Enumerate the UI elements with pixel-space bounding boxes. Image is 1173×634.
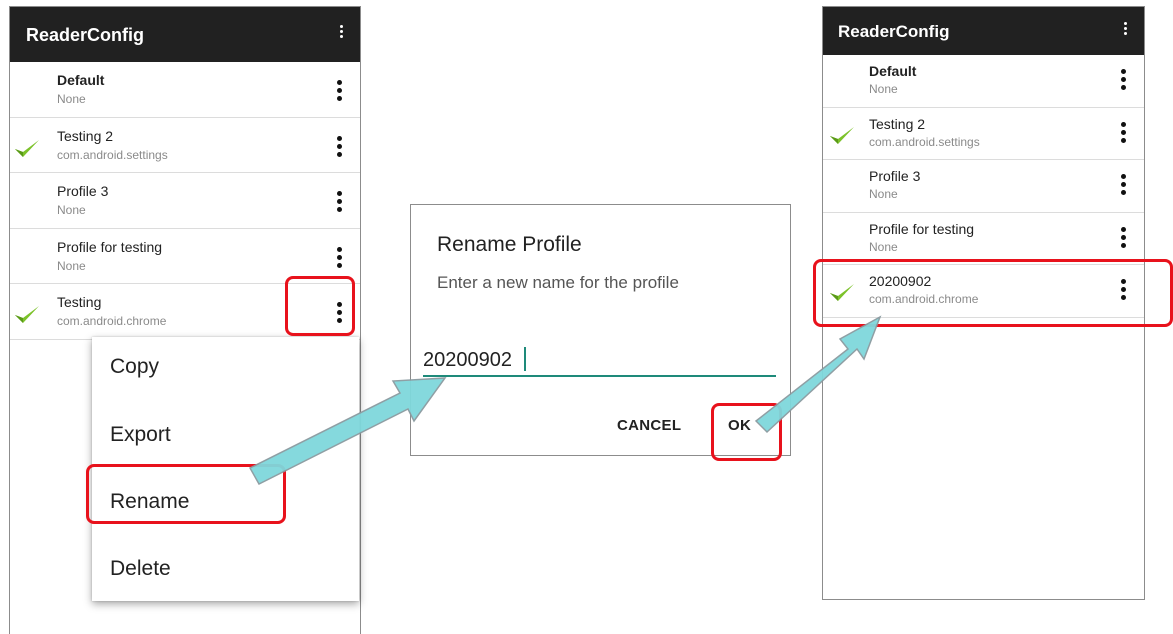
context-menu: Copy Export Rename Delete <box>92 337 359 601</box>
profile-name: Default <box>57 72 105 88</box>
profile-package: None <box>57 203 86 217</box>
check-icon <box>15 306 39 323</box>
menu-item-copy[interactable]: Copy <box>110 355 159 379</box>
profile-name: Profile for testing <box>57 238 163 255</box>
profile-row[interactable]: Default None <box>10 62 360 118</box>
profile-name: Testing <box>57 294 102 310</box>
check-icon <box>15 139 39 157</box>
overflow-menu-icon[interactable] <box>334 191 344 215</box>
dialog-message: Enter a new name for the profile <box>437 273 679 292</box>
overflow-menu-icon[interactable] <box>334 302 344 326</box>
profile-row[interactable]: Profile for testing None <box>823 213 1144 265</box>
profile-name: 20200902 <box>869 273 932 289</box>
profile-package: None <box>869 187 898 201</box>
profile-row[interactable]: Testing 2 com.android.settings <box>823 108 1144 160</box>
menu-item-export[interactable]: Export <box>110 423 171 447</box>
app-bar: ReaderConfig <box>10 7 360 62</box>
profile-name: Profile for testing <box>869 220 975 237</box>
profile-row[interactable]: Testing 2 com.android.settings <box>10 118 360 173</box>
app-bar: ReaderConfig <box>823 7 1144 55</box>
cancel-button[interactable]: CANCEL <box>617 417 681 434</box>
profile-name: Profile 3 <box>869 168 921 184</box>
overflow-menu-icon[interactable] <box>336 25 346 40</box>
menu-item-delete[interactable]: Delete <box>110 557 171 581</box>
check-icon <box>830 126 854 144</box>
profile-name: Testing 2 <box>57 127 114 144</box>
overflow-menu-icon[interactable] <box>1118 69 1128 93</box>
profile-package: com.android.chrome <box>869 292 979 306</box>
profile-row[interactable]: Default None <box>823 55 1144 108</box>
ok-button[interactable]: OK <box>728 417 751 434</box>
profile-name: Profile 3 <box>57 183 109 199</box>
profile-package: None <box>869 82 898 96</box>
check-icon <box>830 284 854 301</box>
profile-name: Default <box>869 63 917 79</box>
profile-name-input[interactable] <box>423 345 776 377</box>
profile-row[interactable]: Profile 3 None <box>10 173 360 229</box>
menu-item-rename[interactable]: Rename <box>110 490 189 514</box>
profile-package: None <box>57 92 86 106</box>
overflow-menu-icon[interactable] <box>1118 174 1128 198</box>
profile-package: com.android.settings <box>869 134 980 149</box>
overflow-menu-icon[interactable] <box>334 80 344 104</box>
profile-package: com.android.settings <box>57 147 168 162</box>
app-title: ReaderConfig <box>26 25 145 45</box>
profile-name: Testing 2 <box>869 115 926 132</box>
overflow-menu-icon[interactable] <box>1118 279 1128 303</box>
profile-list: Default None Testing 2 com.android.setti… <box>823 55 1144 318</box>
overflow-menu-icon[interactable] <box>1118 121 1128 146</box>
profile-row[interactable]: Profile for testing None <box>10 229 360 284</box>
profile-row[interactable]: Profile 3 None <box>823 160 1144 213</box>
profile-package: com.android.chrome <box>57 314 167 328</box>
rename-dialog: Rename Profile Enter a new name for the … <box>410 204 791 456</box>
dialog-title: Rename Profile <box>437 233 582 256</box>
overflow-menu-icon[interactable] <box>1120 22 1130 37</box>
overflow-menu-icon[interactable] <box>1118 226 1128 251</box>
app-title: ReaderConfig <box>838 22 950 41</box>
overflow-menu-icon[interactable] <box>334 135 344 160</box>
profile-package: None <box>57 258 86 273</box>
text-cursor <box>524 347 526 371</box>
right-phone-screen: ReaderConfig Default None Testing 2 com.… <box>822 6 1145 600</box>
profile-package: None <box>869 239 898 254</box>
overflow-menu-icon[interactable] <box>334 246 344 271</box>
profile-row[interactable]: 20200902 com.android.chrome <box>823 265 1144 318</box>
profile-list: Default None Testing 2 com.android.setti… <box>10 62 360 340</box>
profile-row[interactable]: Testing com.android.chrome <box>10 284 360 340</box>
